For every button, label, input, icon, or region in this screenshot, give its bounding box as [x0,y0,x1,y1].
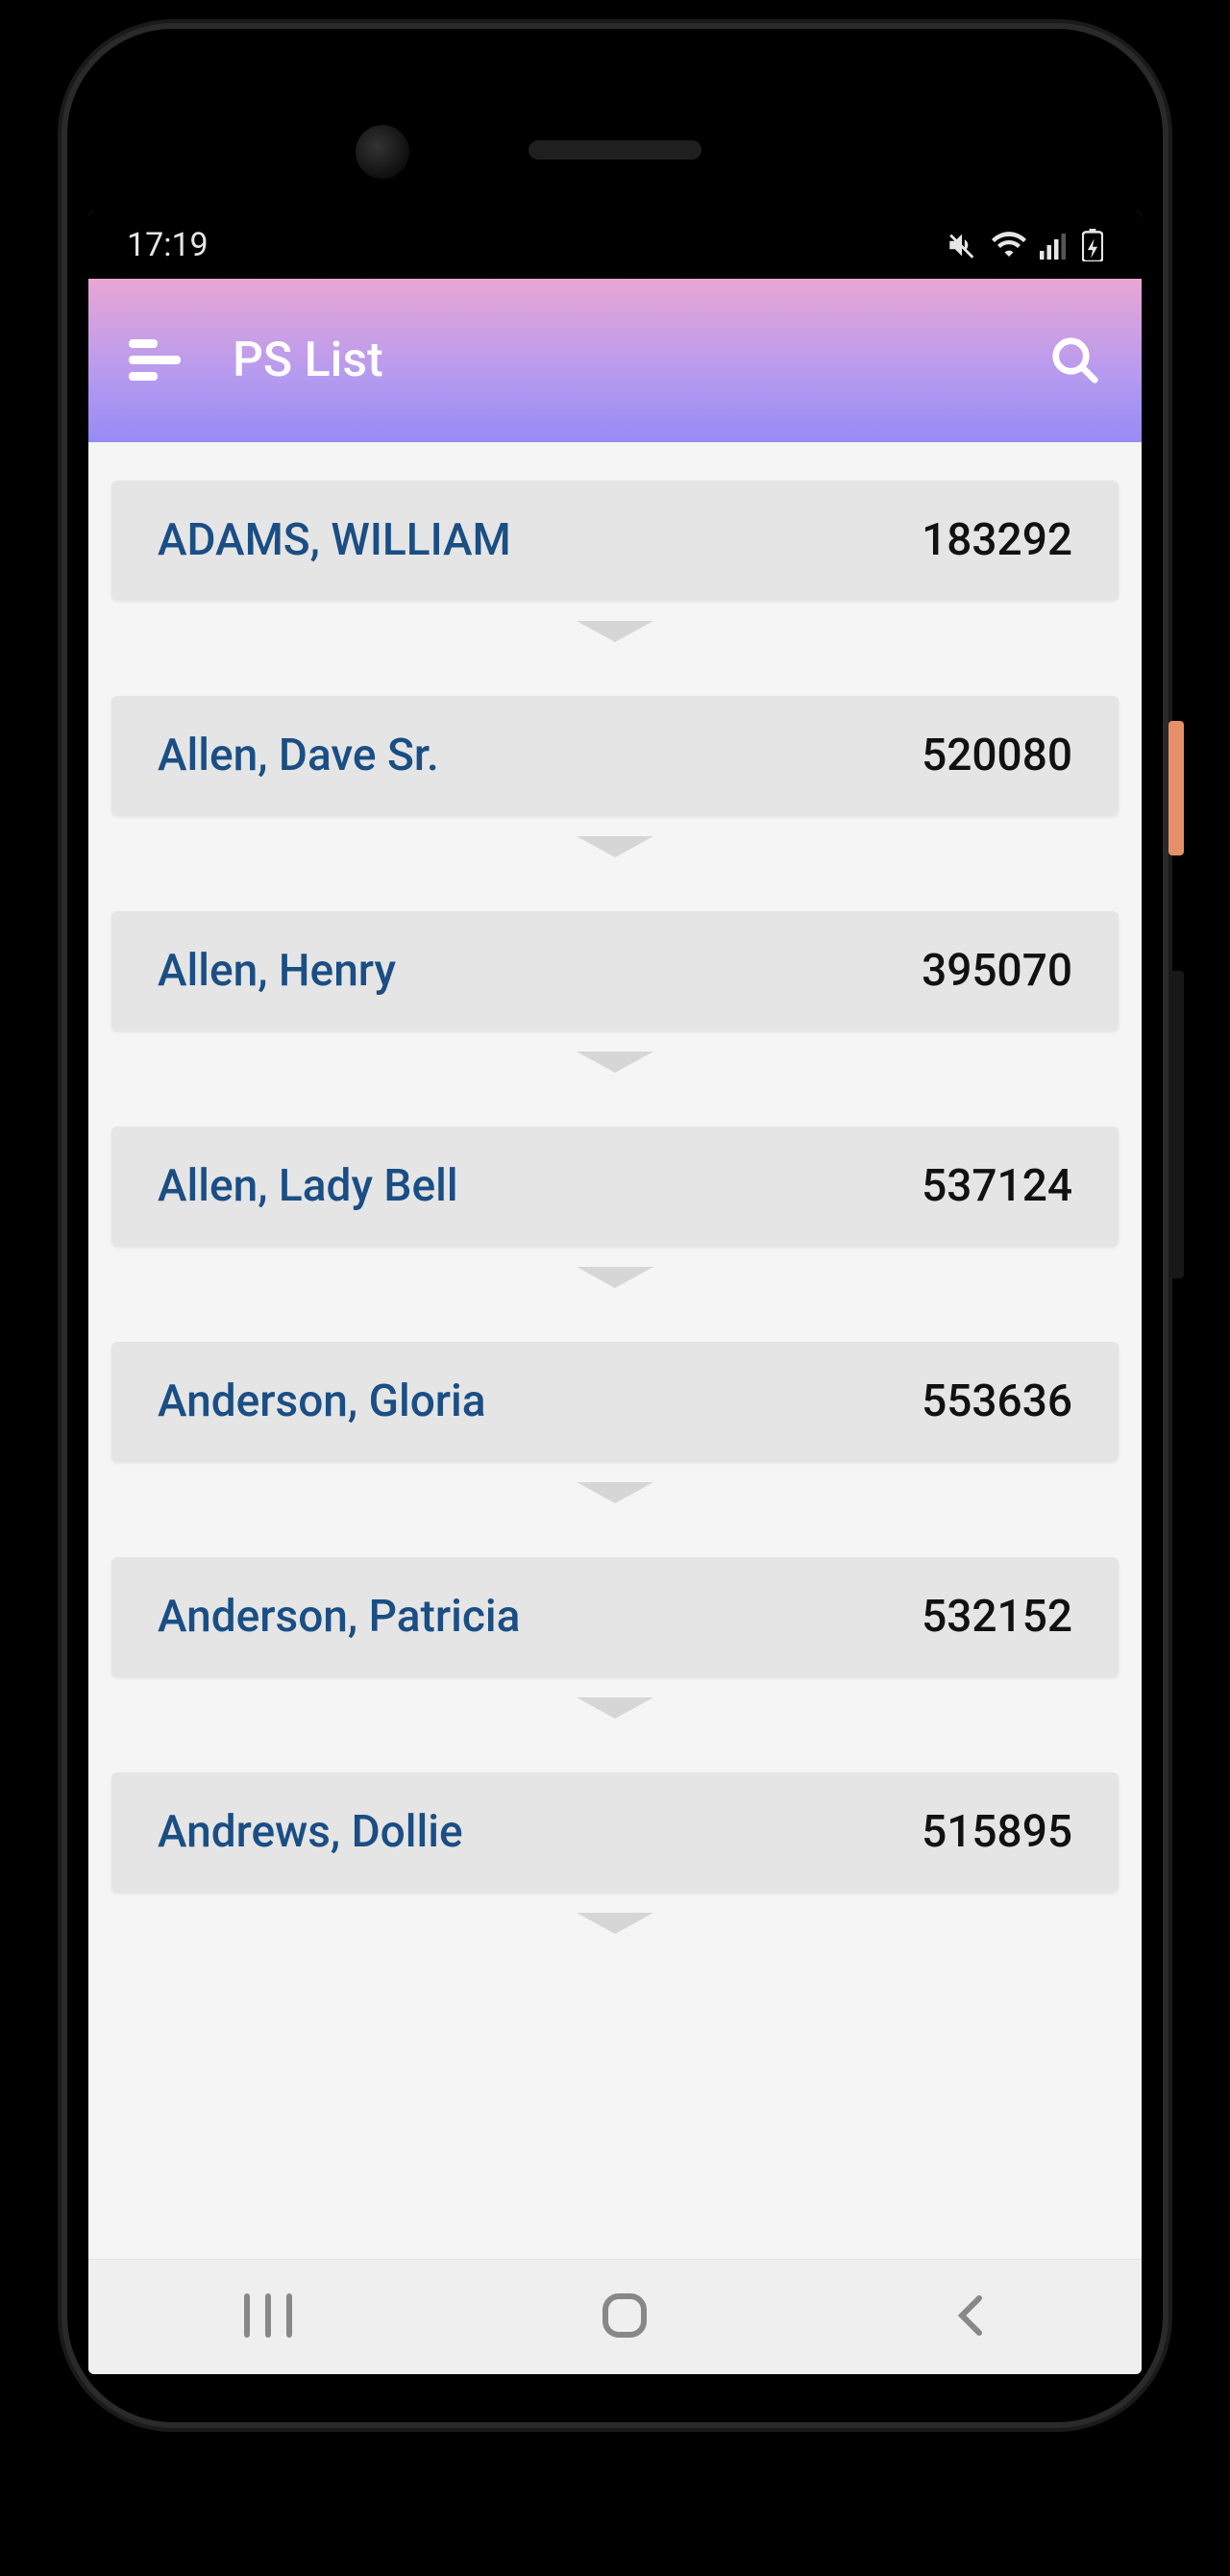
list-item-name: Allen, Lady Bell [158,1160,458,1212]
list-item-name: Andrews, Dollie [158,1806,463,1858]
expand-button[interactable] [111,1461,1119,1557]
expand-button[interactable] [111,1892,1119,1988]
expand-button[interactable] [111,1676,1119,1772]
chevron-down-icon [577,1697,653,1719]
list-item-name: Anderson, Patricia [158,1591,520,1643]
page-title: PS List [233,333,997,388]
nav-back-button[interactable] [952,2292,991,2342]
status-icons [946,229,1103,261]
list-item[interactable]: ADAMS, WILLIAM 183292 [111,481,1119,600]
search-icon [1049,334,1101,386]
nav-recents-button[interactable] [239,2292,297,2342]
phone-camera [356,125,409,179]
app-header: PS List [88,279,1142,442]
list-item[interactable]: Allen, Dave Sr. 520080 [111,696,1119,815]
nav-home-button[interactable] [600,2291,650,2344]
phone-side-button-power [1168,721,1184,855]
expand-button[interactable] [111,815,1119,911]
list-item[interactable]: Anderson, Gloria 553636 [111,1342,1119,1461]
list-item-id: 520080 [922,730,1072,781]
chevron-down-icon [577,836,653,857]
list-item-id: 183292 [922,514,1072,566]
chevron-down-icon [577,1913,653,1934]
list-item-id: 537124 [922,1160,1072,1212]
chevron-down-icon [577,1052,653,1073]
status-time: 17:19 [127,226,209,264]
battery-icon [1082,229,1103,261]
wifi-icon [992,231,1026,260]
phone-frame: 17:19 PS List ADAMS, WILLIAM [67,29,1163,2422]
chevron-down-icon [577,621,653,642]
chevron-down-icon [577,1267,653,1288]
mute-icon [946,229,978,261]
list-item-id: 395070 [922,945,1072,997]
list-item-name: Allen, Henry [158,945,396,997]
home-icon [600,2291,650,2341]
expand-button[interactable] [111,1246,1119,1342]
menu-button[interactable] [129,339,181,382]
search-button[interactable] [1049,334,1101,386]
expand-button[interactable] [111,1030,1119,1127]
list-item[interactable]: Andrews, Dollie 515895 [111,1772,1119,1892]
list-item[interactable]: Allen, Henry 395070 [111,911,1119,1030]
screen: 17:19 PS List ADAMS, WILLIAM [88,211,1142,2374]
list-item-name: Anderson, Gloria [158,1375,486,1427]
ps-list[interactable]: ADAMS, WILLIAM 183292 Allen, Dave Sr. 52… [88,442,1142,2259]
signal-icon [1040,231,1069,260]
list-item-id: 553636 [922,1375,1072,1427]
phone-speaker [529,140,701,160]
back-icon [952,2292,991,2339]
list-item-id: 515895 [922,1806,1072,1858]
list-item-name: Allen, Dave Sr. [158,730,439,781]
chevron-down-icon [577,1482,653,1503]
list-item-name: ADAMS, WILLIAM [158,514,511,566]
list-item[interactable]: Allen, Lady Bell 537124 [111,1127,1119,1246]
android-nav-bar [88,2259,1142,2374]
hamburger-icon [129,339,158,348]
phone-side-button-volume [1168,971,1184,1278]
recents-icon [239,2292,297,2339]
list-item[interactable]: Anderson, Patricia 532152 [111,1557,1119,1676]
status-bar: 17:19 [88,211,1142,279]
list-item-id: 532152 [922,1591,1072,1643]
expand-button[interactable] [111,600,1119,696]
